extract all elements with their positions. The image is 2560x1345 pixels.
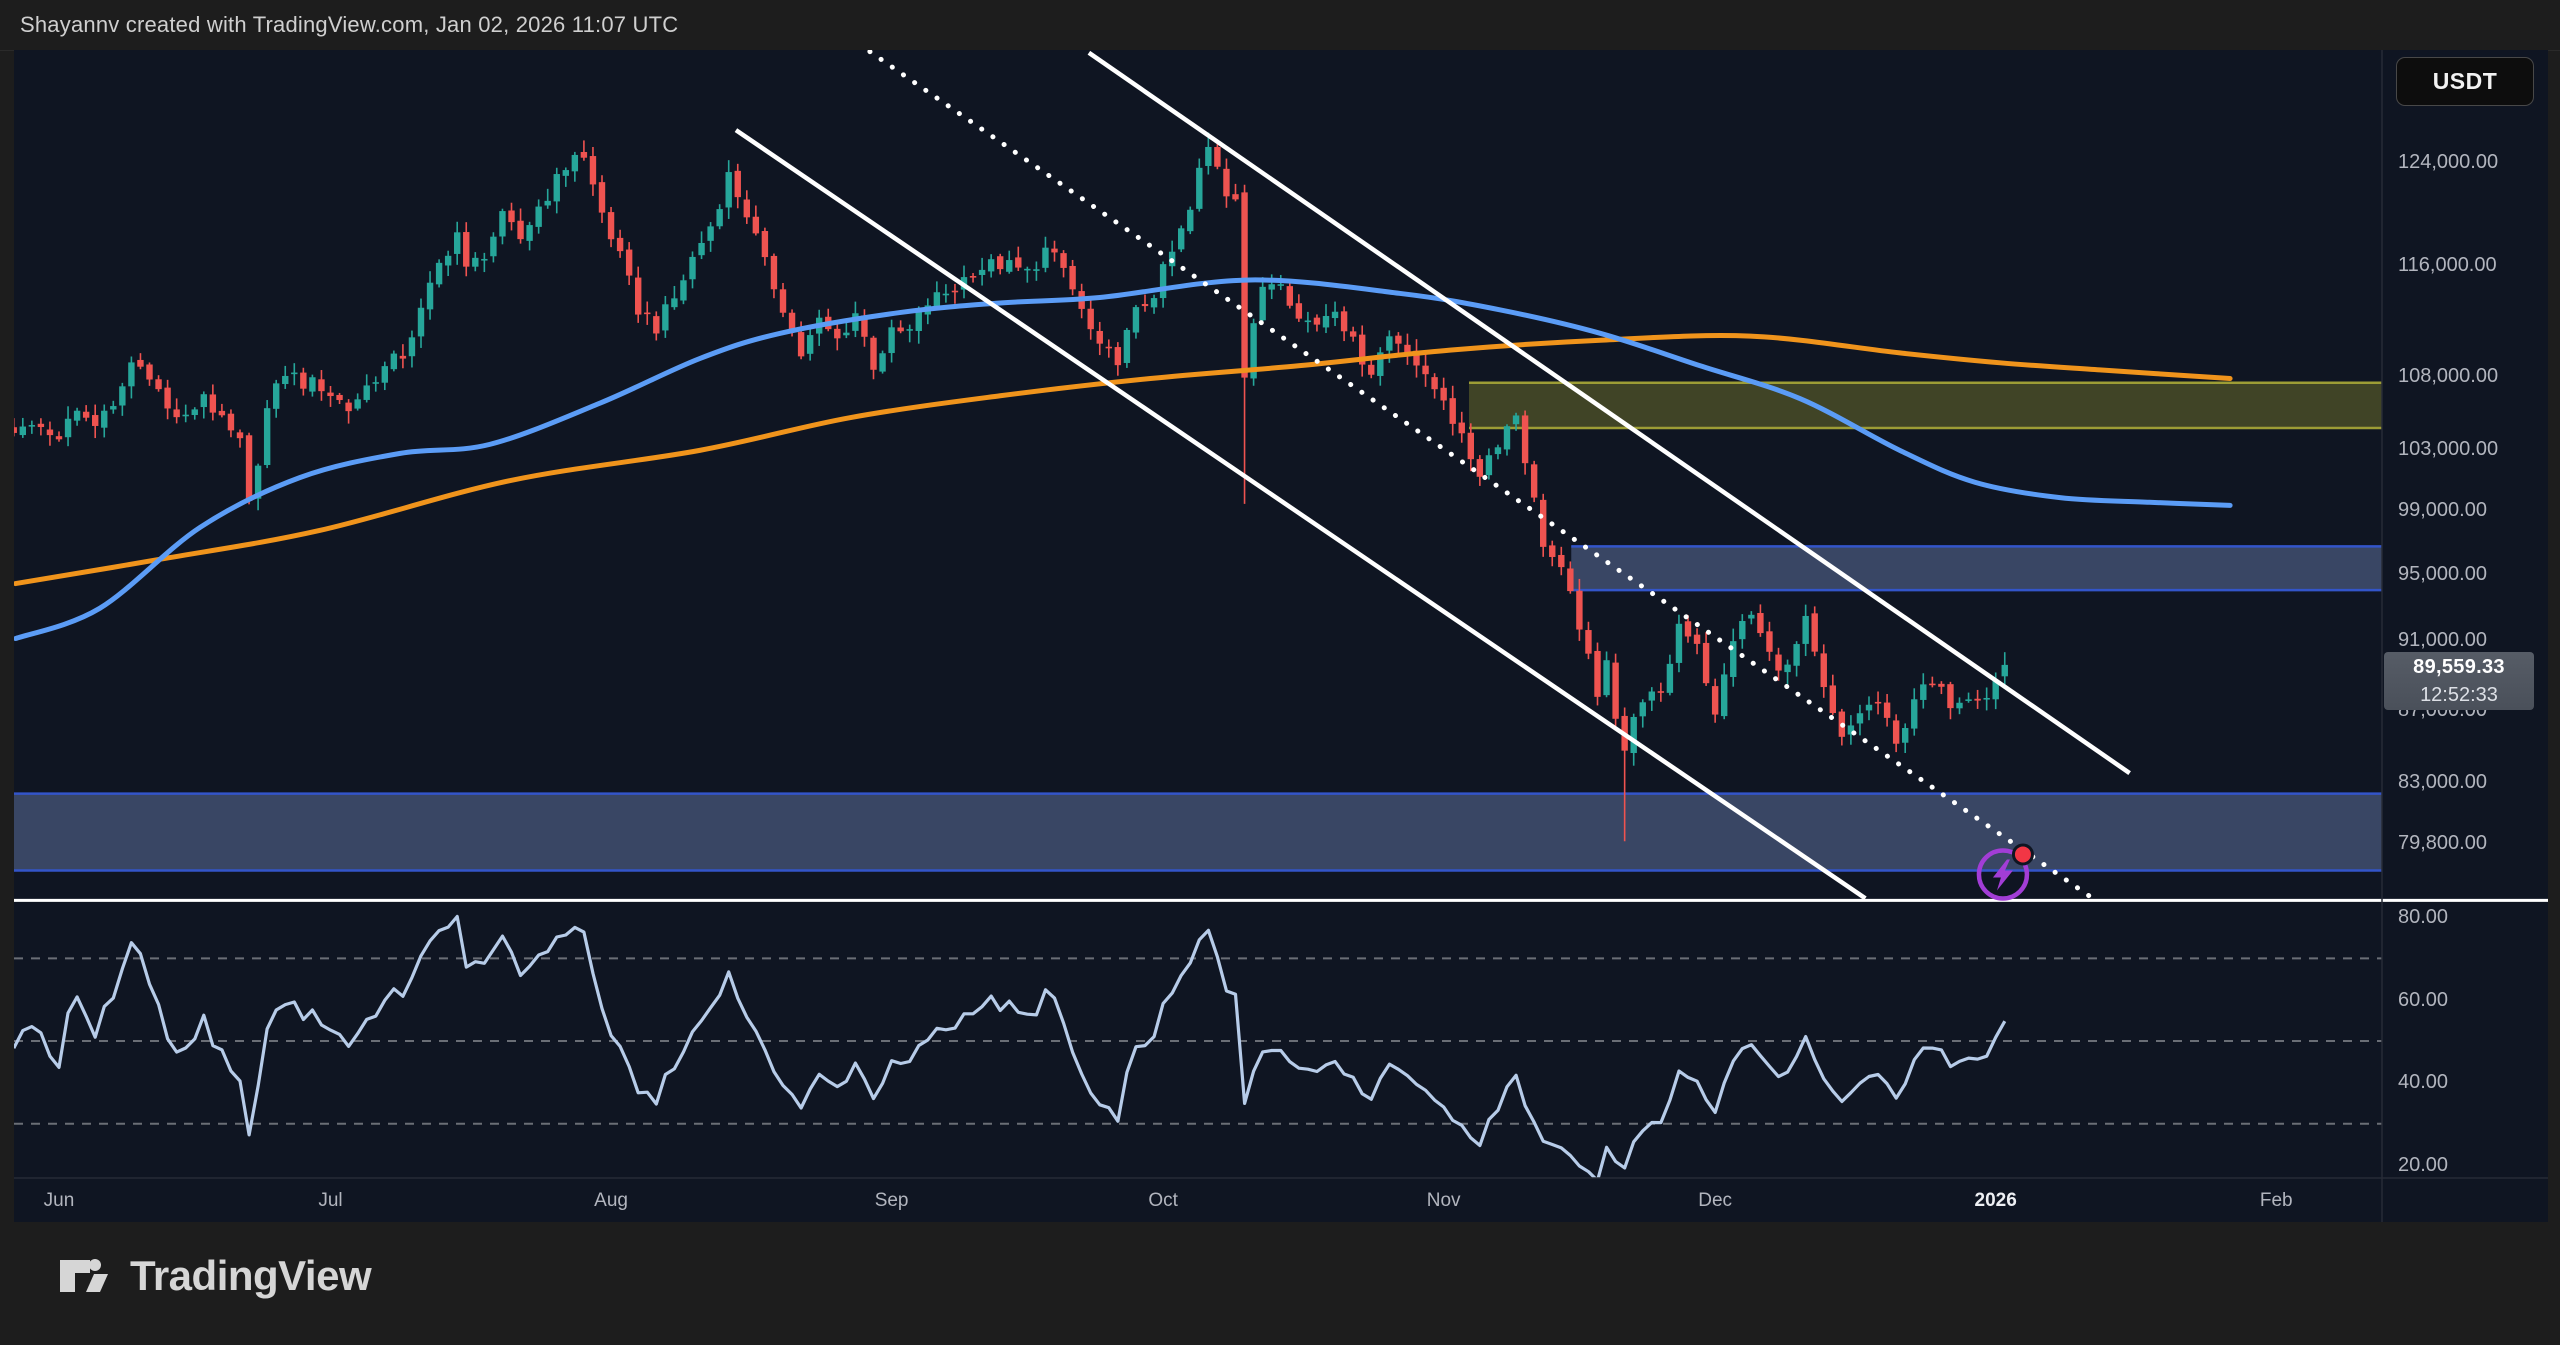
chart-background (14, 50, 2548, 1222)
price-tick-label: 95,000.00 (2398, 563, 2487, 585)
price-tick-label: 79,800.00 (2398, 832, 2487, 854)
tradingview-wordmark: TradingView (130, 1252, 371, 1300)
rsi-tick-label: 40.00 (2398, 1071, 2448, 1093)
currency-toggle-button[interactable]: USDT (2396, 57, 2534, 106)
chart-canvas (0, 0, 2560, 1345)
rsi-tick-label: 60.00 (2398, 989, 2448, 1011)
footer: TradingView (0, 1222, 2560, 1345)
bar-countdown: 12:52:33 (2384, 682, 2534, 708)
month-label-aug[interactable]: Aug (594, 1190, 628, 1212)
month-label-jun[interactable]: Jun (44, 1190, 75, 1212)
supply-zone-olive (1469, 383, 2382, 428)
price-tick-label: 83,000.00 (2398, 771, 2487, 793)
alert-dot (2013, 845, 2032, 864)
month-label-2026[interactable]: 2026 (1975, 1190, 2017, 1212)
month-label-oct[interactable]: Oct (1148, 1190, 1178, 1212)
month-label-nov[interactable]: Nov (1427, 1190, 1461, 1212)
month-label-jul[interactable]: Jul (318, 1190, 342, 1212)
price-tick-label: 116,000.00 (2398, 254, 2497, 276)
price-tick-label: 108,000.00 (2398, 365, 2498, 387)
month-label-dec[interactable]: Dec (1698, 1190, 1732, 1212)
month-label-feb[interactable]: Feb (2260, 1190, 2293, 1212)
last-price-label: 89,559.33 12:52:33 (2384, 652, 2534, 710)
tradingview-logo-icon (56, 1248, 112, 1304)
rsi-tick-label: 80.00 (2398, 906, 2448, 928)
tradingview-logo[interactable]: TradingView (56, 1248, 371, 1304)
last-price-value: 89,559.33 (2384, 652, 2534, 682)
month-label-sep[interactable]: Sep (875, 1190, 909, 1212)
price-tick-label: 124,000.00 (2398, 151, 2498, 173)
rsi-tick-label: 20.00 (2398, 1154, 2448, 1176)
price-tick-label: 99,000.00 (2398, 499, 2487, 521)
price-tick-label: 91,000.00 (2398, 629, 2487, 651)
price-tick-label: 103,000.00 (2398, 438, 2498, 460)
resistance-zone-95k (1571, 546, 2382, 590)
